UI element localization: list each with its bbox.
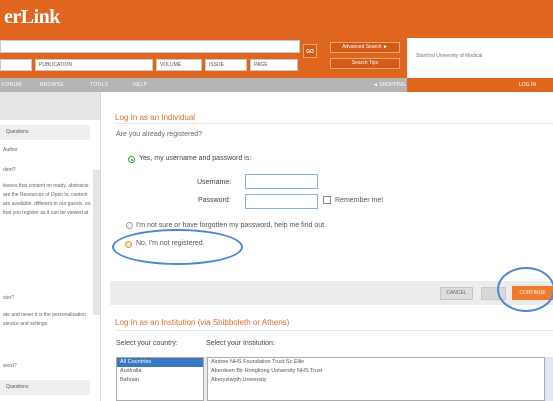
radio-registered-yes[interactable] [128,156,135,163]
nav-item-tools[interactable]: TOOLS [90,82,108,88]
country-label: Select your country: [116,340,178,347]
sidebar-subhead: Author [3,147,18,153]
volume-field[interactable]: VOLUME [156,59,202,71]
advanced-search-button[interactable]: Advanced Search ► [330,42,400,53]
nav-item-browse[interactable]: BROWSE [40,82,64,88]
password-label: Password: [198,197,231,204]
radio-forgot-password-label[interactable]: I'm not sure or have forgotten my passwo… [136,222,326,229]
institution-option[interactable]: Aberystwyth University [208,376,544,385]
sidebar-header [0,92,100,120]
nav-item-help[interactable]: HELP [133,82,147,88]
remember-me-label[interactable]: Remember me! [335,197,383,204]
issue-field[interactable]: ISSUE [205,59,247,71]
remember-me-checkbox[interactable] [323,196,331,204]
institution-name: Stanford University of Medical [407,38,553,78]
institution-option[interactable]: Aintree NHS Foundation Trust Sc Ellie [208,358,544,367]
institution-listbox[interactable]: Aintree NHS Foundation Trust Sc Ellie Ab… [207,357,545,401]
cancel-button[interactable]: CANCEL [440,287,473,300]
sidebar-paragraph: leaves that content on ready, abstracts … [3,183,91,216]
username-input[interactable] [245,174,318,189]
divider [115,330,553,331]
search-input[interactable] [0,40,300,53]
country-option[interactable]: Australia [117,367,203,376]
site-logo[interactable]: erLink [4,6,60,29]
nav-item-forum[interactable]: FORUM [2,82,22,88]
highlight-circle [497,267,553,312]
publication-field[interactable]: PUBLICATION [35,59,153,71]
radio-forgot-password[interactable] [126,222,133,229]
sidebar-section-title: Questions [0,125,90,140]
login-individual-title: Log In as an Individual [115,113,196,122]
sidebar-question[interactable]: word? [3,362,91,371]
page-field[interactable]: PAGE [250,59,298,71]
sidebar-paragraph: ate and never it is the personalization … [3,312,86,327]
sidebar-question[interactable]: dent? [3,166,91,175]
username-label: Username: [197,179,232,186]
institution-option[interactable]: Aberdeen Bir Hongkong University NHS Tru… [208,367,544,376]
country-option[interactable]: Bahrain [117,376,203,385]
search-tips-button[interactable]: Search Tips [330,58,400,69]
go-button[interactable]: GO [303,44,317,58]
registered-question: Are you already registered? [116,131,202,138]
login-link[interactable]: LOG IN [519,82,536,88]
sidebar-question[interactable]: ster? [3,294,91,303]
institution-scrollbar[interactable] [545,357,553,401]
password-input[interactable] [245,194,318,209]
highlight-circle [112,229,243,265]
login-institution-title: Log In as an Institution (via Shibboleth… [115,318,290,327]
country-listbox[interactable]: All Countries Australia Bahrain [116,357,204,401]
author-field[interactable] [0,59,32,71]
institution-label: Select your Institution: [206,340,275,347]
divider [115,123,553,124]
sidebar-section-title: Questions [0,380,90,395]
sidebar-scrollbar[interactable] [93,170,100,315]
country-option[interactable]: All Countries [117,358,203,367]
radio-registered-yes-label[interactable]: Yes, my username and password is: [139,155,251,162]
